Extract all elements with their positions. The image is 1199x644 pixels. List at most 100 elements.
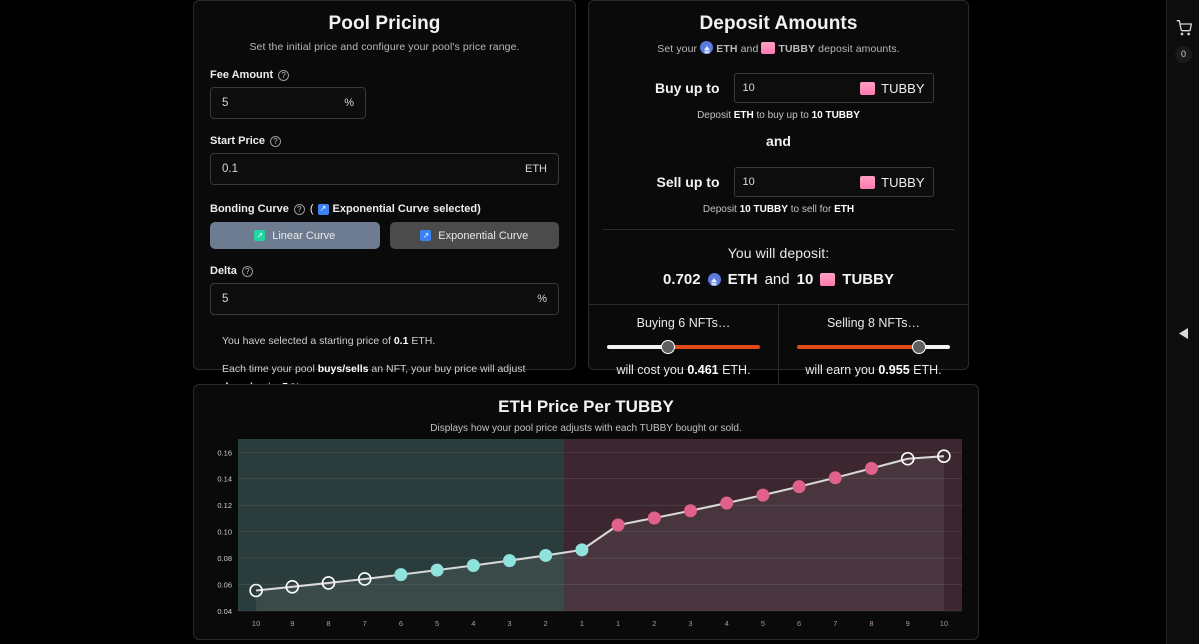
collapse-panel-button[interactable] — [1167, 327, 1199, 343]
info-icon[interactable]: ? — [278, 69, 290, 81]
exponential-curve-label: Exponential Curve — [438, 229, 529, 242]
delta-label: Delta ? — [210, 265, 559, 277]
chart-data-point[interactable] — [611, 518, 625, 532]
chart-data-point[interactable] — [503, 554, 516, 568]
buying-slider[interactable] — [607, 340, 760, 354]
shopping-cart-icon — [1176, 20, 1192, 36]
chart-x-tick-label: 8 — [326, 619, 330, 628]
selling-result: will earn you 0.955 ETH. — [793, 363, 954, 377]
chart-data-point[interactable] — [865, 461, 878, 475]
sell-note-pre: Deposit — [702, 204, 740, 215]
bonding-curve-label: Bonding Curve ? ( ↗ Exponential Curve se… — [210, 203, 559, 215]
chart-x-tick-label: 3 — [507, 619, 511, 628]
start-price-input[interactable]: 0.1 ETH — [210, 153, 559, 185]
chart-y-tick-label: 0.08 — [217, 554, 232, 563]
tubby-token-icon — [860, 175, 876, 189]
chart-x-tick-label: 5 — [435, 619, 439, 628]
buy-up-to-token: TUBBY — [860, 81, 925, 96]
info-icon[interactable]: ? — [293, 203, 305, 215]
chart-data-point[interactable] — [539, 548, 553, 562]
chart-data-point[interactable] — [466, 558, 480, 572]
hint-one-pre: You have selected a starting price of — [222, 335, 394, 347]
chart-data-point[interactable] — [430, 563, 444, 577]
tubby-token-icon — [820, 273, 836, 286]
chart-data-point[interactable] — [720, 496, 734, 510]
chart-x-tick-label: 2 — [544, 619, 548, 628]
chart-plot-area: 0.16 0.14 0.12 0.10 0.08 0.06 0.04 10 9 8 7 6 5 4 3 2 1 1… — [202, 437, 972, 633]
delta-label-text: Delta — [210, 265, 237, 277]
sell-up-to-row: Sell up to 10 TUBBY — [589, 167, 968, 197]
buying-estimate-cell: Buying 6 NFTs… will cost you 0.461 ETH. — [589, 305, 778, 390]
cart-button[interactable]: 0 — [1167, 20, 1199, 63]
exponential-curve-icon: ↗ — [420, 230, 432, 241]
chart-data-point[interactable] — [684, 504, 697, 518]
buy-note-pre: Deposit — [697, 110, 734, 121]
info-icon[interactable]: ? — [270, 135, 282, 147]
sell-note-b1: 10 TUBBY — [739, 204, 788, 215]
exponential-curve-button[interactable]: ↗ Exponential Curve — [389, 222, 559, 249]
selling-slider-thumb[interactable] — [912, 340, 927, 354]
sell-note-b2: ETH — [834, 204, 855, 215]
buy-up-to-input[interactable]: 10 TUBBY — [733, 73, 934, 103]
chart-data-point[interactable] — [828, 471, 842, 485]
hint-two-pre: Each time your pool — [222, 363, 318, 376]
sell-token-label: TUBBY — [881, 174, 925, 190]
will-deposit-heading: You will deposit: — [727, 245, 830, 261]
cart-count-badge: 0 — [1175, 46, 1192, 63]
selling-slider-track — [797, 345, 950, 349]
chart-y-tick-label: 0.12 — [217, 501, 232, 510]
chart-y-tick-label: 0.04 — [217, 607, 232, 616]
delta-value: 5 — [222, 293, 229, 305]
chart-x-tick-label: 6 — [797, 619, 801, 628]
sell-up-to-input[interactable]: 10 TUBBY — [733, 167, 934, 197]
chart-x-tick-label: 4 — [725, 619, 729, 628]
buying-slider-thumb[interactable] — [661, 340, 676, 354]
fee-amount-label: Fee Amount ? — [210, 69, 559, 81]
chart-x-tick-label: 1 — [616, 619, 620, 628]
buying-result: will cost you 0.461 ETH. — [603, 363, 764, 377]
collapse-left-arrow-icon — [1179, 328, 1188, 339]
start-price-unit: ETH — [525, 163, 547, 175]
chart-x-tick-label: 10 — [252, 619, 260, 628]
chart-data-point[interactable] — [575, 543, 589, 557]
chart-y-tick-label: 0.16 — [217, 448, 232, 457]
delta-input[interactable]: 5 % — [210, 283, 559, 315]
chart-y-tick-label: 0.06 — [217, 581, 232, 590]
selected-curve-name: Exponential Curve — [332, 203, 430, 215]
chart-data-point[interactable] — [756, 488, 770, 502]
chart-x-tick-label: 9 — [906, 619, 910, 628]
deposit-amounts-panel: Deposit Amounts Set your ETH and TUBBY d… — [588, 0, 969, 390]
selling-result-value: 0.955 — [878, 363, 910, 377]
pool-pricing-subtitle: Set the initial price and configure your… — [249, 41, 520, 53]
divider — [603, 229, 954, 230]
tubby-token-icon — [761, 42, 776, 54]
chart-x-tick-label: 6 — [399, 619, 403, 628]
info-icon[interactable]: ? — [241, 265, 253, 277]
app-root: Pool Pricing Set the initial price and c… — [0, 0, 1199, 644]
pool-pricing-title: Pool Pricing — [328, 13, 441, 34]
pool-pricing-panel: Pool Pricing Set the initial price and c… — [193, 0, 576, 393]
buy-up-to-value: 10 — [742, 82, 755, 94]
buy-up-to-label: Buy up to — [654, 80, 720, 96]
deposit-eth-amount: 0.702 — [663, 271, 701, 288]
selling-title: Selling 8 NFTs… — [826, 316, 921, 330]
chart-data-point[interactable] — [647, 511, 661, 525]
hint-two-mid: an NFT, your buy price will adjust — [368, 363, 526, 376]
bonding-curve-selection: ( ↗ Exponential Curve selected) — [310, 203, 481, 215]
top-panels-row: Pool Pricing Set the initial price and c… — [193, 0, 979, 393]
chart-y-tick-label: 0.10 — [217, 528, 232, 537]
deposit-subtitle: Set your ETH and TUBBY deposit amounts. — [589, 41, 968, 55]
fee-amount-label-text: Fee Amount — [210, 69, 274, 81]
selling-slider[interactable] — [797, 340, 950, 354]
bonding-curve-options: ↗ Linear Curve ↗ Exponential Curve — [210, 222, 559, 249]
chart-data-point[interactable] — [394, 568, 408, 582]
buy-note-b1: ETH — [733, 110, 754, 121]
hint-one-bold: 0.1 — [393, 335, 409, 347]
eth-token-icon — [707, 273, 721, 286]
chart-x-tick-label: 10 — [940, 619, 948, 628]
chart-x-tick-label: 7 — [363, 619, 367, 628]
chart-data-point[interactable] — [792, 480, 806, 494]
tubby-token-icon — [860, 81, 876, 95]
fee-amount-input[interactable]: 5 % — [210, 87, 366, 119]
linear-curve-button[interactable]: ↗ Linear Curve — [210, 222, 380, 249]
